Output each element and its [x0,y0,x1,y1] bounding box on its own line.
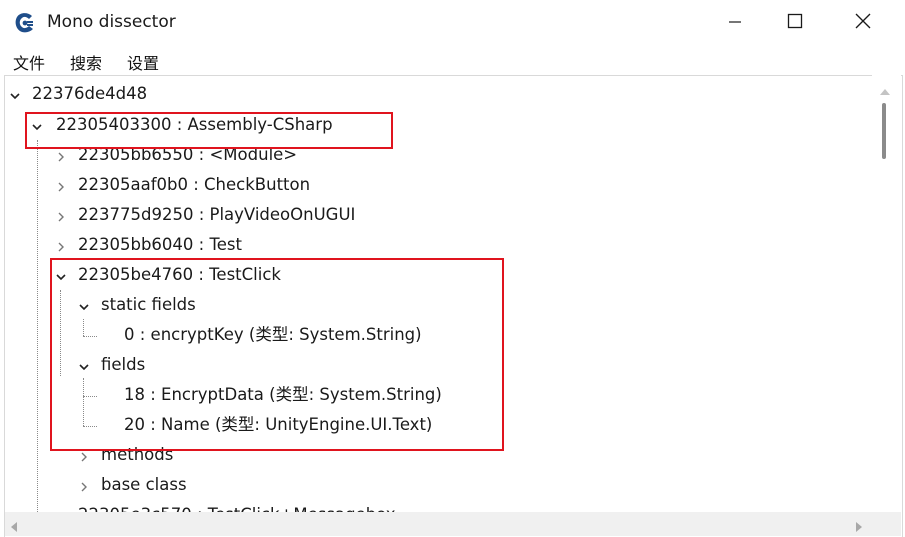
highlight-box-testclick [50,258,504,451]
chevron-down-icon[interactable] [9,87,21,100]
vertical-scrollbar[interactable] [872,75,901,512]
tree-node-base-class[interactable]: base class [101,471,187,499]
tree-view[interactable]: 22376de4d48 22305403300 : Assembly-CShar… [4,75,903,537]
maximize-icon [787,13,803,33]
close-button[interactable] [833,0,893,46]
title-bar: Mono dissector [0,0,905,46]
chevron-right-icon[interactable] [55,148,67,162]
cheat-engine-icon [13,11,37,35]
chevron-right-icon[interactable] [55,208,67,222]
window-title: Mono dissector [47,12,176,32]
scroll-up-icon[interactable] [878,82,892,101]
chevron-right-icon[interactable] [55,178,67,192]
tree-line [37,140,38,537]
close-icon [855,13,871,33]
chevron-right-icon[interactable] [78,478,90,492]
scrollbar-thumb[interactable] [882,103,886,159]
maximize-button[interactable] [765,0,825,46]
horizontal-scrollbar[interactable] [5,512,872,536]
tree-node-root[interactable]: 22376de4d48 [32,80,147,108]
menu-search[interactable]: 搜索 [68,50,104,74]
chevron-right-icon[interactable] [55,238,67,252]
menu-bar: 文件 搜索 设置 [0,47,905,75]
tree-node-class[interactable]: 22305aaf0b0 : CheckButton [78,171,310,199]
scrollbar-corner [872,512,901,536]
minimize-button[interactable] [705,0,765,46]
menu-file[interactable]: 文件 [11,50,47,74]
highlight-box-assembly [25,112,393,149]
scroll-right-icon[interactable] [854,518,864,537]
menu-settings[interactable]: 设置 [125,50,161,74]
tree-node-class[interactable]: 223775d9250 : PlayVideoOnUGUI [78,201,355,229]
scroll-left-icon[interactable] [9,518,19,537]
tree-node-class[interactable]: 22305bb6040 : Test [78,231,242,259]
minimize-icon [728,14,742,33]
